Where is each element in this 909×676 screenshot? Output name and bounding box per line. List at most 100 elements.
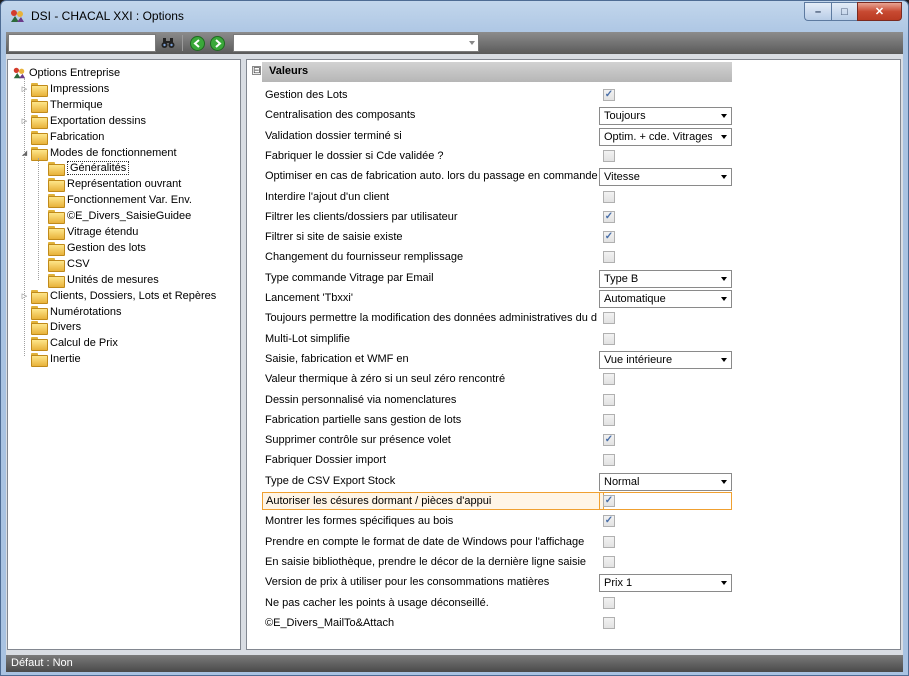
tree-item-label: Généralités — [67, 161, 130, 176]
tree-item[interactable]: Représentation ouvrant — [48, 176, 181, 193]
tree-item[interactable]: ▷ Exportation dessins — [20, 113, 146, 129]
property-dropdown[interactable]: Optim. + cde. Vitrages — [599, 127, 732, 146]
tree-item[interactable]: Thermique — [20, 97, 103, 113]
property-row[interactable]: Gestion des Lots ✓ — [247, 85, 900, 105]
property-checkbox[interactable] — [603, 413, 615, 426]
minimize-button[interactable]: – — [804, 2, 831, 21]
property-row[interactable]: Fabrication partielle sans gestion de lo… — [247, 410, 900, 430]
property-checkbox[interactable]: ✓ — [603, 89, 615, 101]
property-row[interactable]: Validation dossier terminé si Optim. + cd… — [247, 126, 900, 146]
property-row[interactable]: Autoriser les césures dormant / pièces d… — [247, 491, 900, 511]
title-bar[interactable]: DSI - CHACAL XXI : Options – □ ✕ — [1, 1, 908, 31]
property-row[interactable]: Supprimer contrôle sur présence volet ✓ — [247, 430, 900, 450]
property-row[interactable]: Filtrer les clients/dossiers par utilisa… — [247, 207, 900, 227]
property-dropdown[interactable]: Toujours — [599, 107, 732, 126]
dropdown-arrow-icon[interactable] — [716, 169, 731, 185]
property-row[interactable]: Interdire l'ajout d'un client — [247, 187, 900, 207]
property-row[interactable]: Filtrer si site de saisie existe ✓ — [247, 227, 900, 247]
tree-connector — [24, 78, 25, 357]
section-header[interactable]: ⊟ Valeurs — [247, 60, 900, 84]
property-dropdown[interactable]: Vue intérieure — [599, 350, 732, 369]
tree-item[interactable]: Inertie — [20, 351, 81, 368]
property-checkbox[interactable] — [603, 190, 615, 203]
property-checkbox[interactable] — [603, 149, 615, 162]
property-dropdown[interactable]: Type B — [599, 269, 732, 288]
property-row[interactable]: Saisie, fabrication et WMF en Vue intérie… — [247, 349, 900, 369]
close-button[interactable]: ✕ — [857, 2, 902, 21]
property-checkbox[interactable]: ✓ — [603, 210, 615, 223]
property-dropdown[interactable]: Prix 1 — [599, 574, 732, 593]
property-checkbox[interactable] — [603, 535, 615, 548]
toolbar-combo[interactable] — [233, 34, 479, 52]
tree-item[interactable]: Options Entreprise — [12, 65, 120, 81]
tree-item[interactable]: Fonctionnement Var. Env. — [48, 192, 192, 209]
dropdown-arrow-icon[interactable] — [716, 291, 731, 307]
property-row[interactable]: En saisie bibliothèque, prendre le décor… — [247, 552, 900, 572]
property-row[interactable]: Prendre en compte le format de date de W… — [247, 532, 900, 552]
property-row[interactable]: Changement du fournisseur remplissage — [247, 247, 900, 267]
property-checkbox[interactable] — [603, 393, 615, 406]
property-row[interactable]: ©E_Divers_MailTo&Attach — [247, 613, 900, 633]
property-row[interactable]: Fabriquer le dossier si Cde validée ? — [247, 146, 900, 166]
property-checkbox[interactable] — [603, 373, 615, 386]
property-checkbox[interactable] — [603, 555, 615, 568]
property-checkbox[interactable] — [603, 312, 615, 325]
property-row[interactable]: Ne pas cacher les points à usage déconse… — [247, 593, 900, 613]
property-row[interactable]: Lancement 'Tbxxi' Automatique — [247, 288, 900, 308]
property-row[interactable]: Version de prix à utiliser pour les cons… — [247, 572, 900, 593]
tree-item[interactable]: Divers — [20, 319, 81, 336]
property-checkbox[interactable] — [603, 332, 615, 345]
property-checkbox[interactable]: ✓ — [603, 231, 615, 244]
tree-item[interactable]: Généralités — [48, 160, 130, 177]
property-checkbox[interactable]: ✓ — [603, 495, 615, 507]
property-dropdown[interactable]: Automatique — [599, 290, 732, 308]
property-row[interactable]: Montrer les formes spécifiques au bois ✓ — [247, 511, 900, 531]
property-label: Validation dossier terminé si — [265, 129, 402, 142]
tree-item[interactable]: ©E_Divers_SaisieGuidee — [48, 208, 191, 225]
search-input[interactable] — [8, 34, 156, 52]
folder-icon — [31, 321, 48, 336]
tree-item[interactable]: Numérotations — [20, 304, 122, 320]
property-checkbox[interactable] — [603, 251, 615, 264]
property-checkbox[interactable] — [603, 596, 615, 609]
property-checkbox[interactable] — [603, 454, 615, 467]
dropdown-arrow-icon[interactable] — [716, 108, 731, 124]
tree-item-label: Inertie — [50, 353, 81, 366]
tree-item-label: Vitrage étendu — [67, 226, 139, 238]
tree-item[interactable]: CSV — [48, 256, 90, 272]
dropdown-arrow-icon[interactable] — [716, 271, 731, 287]
dropdown-arrow-icon[interactable] — [716, 129, 731, 145]
maximize-button[interactable]: □ — [831, 2, 857, 21]
dropdown-arrow-icon[interactable] — [716, 474, 731, 490]
collapse-icon[interactable]: ⊟ — [252, 66, 261, 75]
back-icon[interactable] — [189, 35, 205, 51]
tree-item[interactable]: ▷ Clients, Dossiers, Lots et Repères — [20, 288, 216, 304]
tree-item[interactable]: Calcul de Prix — [20, 335, 118, 352]
property-row[interactable]: Type commande Vitrage par Email Type B — [247, 268, 900, 288]
property-row[interactable]: Optimiser en cas de fabrication auto. lo… — [247, 166, 900, 187]
property-checkbox[interactable]: ✓ — [603, 515, 615, 528]
forward-icon[interactable] — [209, 35, 225, 51]
tree-item[interactable]: ◢ Modes de fonctionnement — [20, 145, 177, 161]
property-checkbox[interactable] — [603, 616, 615, 629]
property-row[interactable]: Fabriquer Dossier import — [247, 450, 900, 470]
property-dropdown[interactable]: Vitesse — [599, 168, 732, 187]
tree-item[interactable]: Fabrication — [20, 129, 104, 145]
property-row[interactable]: Type de CSV Export Stock Normal — [247, 471, 900, 491]
binoculars-icon[interactable] — [160, 35, 176, 51]
property-row[interactable]: Toujours permettre la modification des d… — [247, 308, 900, 328]
folder-icon — [48, 178, 65, 193]
property-checkbox[interactable]: ✓ — [603, 434, 615, 447]
dropdown-arrow-icon[interactable] — [716, 575, 731, 591]
folder-icon — [31, 130, 48, 145]
property-row[interactable]: Valeur thermique à zéro si un seul zéro … — [247, 369, 900, 389]
tree-item[interactable]: ▷ Impressions — [20, 81, 109, 97]
tree-item[interactable]: Vitrage étendu — [48, 224, 138, 240]
tree-item[interactable]: Unités de mesures — [48, 272, 159, 288]
property-row[interactable]: Multi-Lot simplifie — [247, 329, 900, 349]
property-row[interactable]: Centralisation des composants Toujours — [247, 105, 900, 126]
tree-item[interactable]: Gestion des lots — [48, 240, 146, 256]
property-dropdown[interactable]: Normal — [599, 472, 732, 491]
dropdown-arrow-icon[interactable] — [716, 352, 731, 368]
property-row[interactable]: Dessin personnalisé via nomenclatures — [247, 390, 900, 410]
